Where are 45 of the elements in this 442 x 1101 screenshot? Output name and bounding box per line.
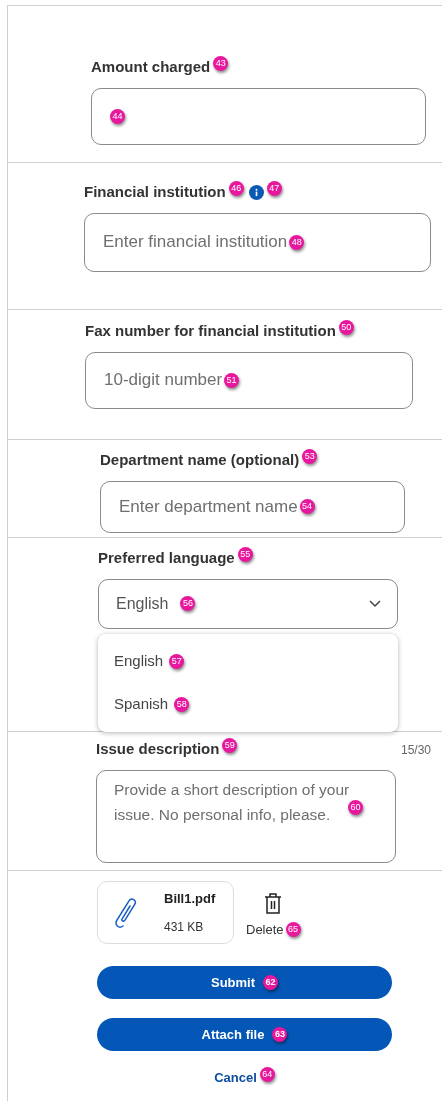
file-name: Bill1.pdf (164, 889, 216, 908)
number-badge: 50 (338, 319, 354, 335)
number-badge: 51 (224, 372, 240, 388)
number-badge: 43 (213, 55, 229, 71)
number-badge: 44 (110, 108, 125, 124)
file-size: 431 KB (164, 919, 205, 937)
number-badge: 57 (169, 653, 185, 669)
delete-link[interactable]: Delete (246, 920, 284, 940)
input-field[interactable]: Enter financial institution 48 (84, 212, 431, 272)
info-icon[interactable] (248, 184, 264, 200)
number-badge: 59 (222, 737, 238, 753)
number-badge: 47 (266, 180, 282, 196)
character-counter: 15/30 (400, 742, 431, 759)
number-badge: 53 (302, 448, 318, 464)
field-label: Fax number for financial institution (85, 321, 336, 341)
number-badge: 60 (348, 799, 363, 815)
number-badge: 46 (228, 180, 244, 196)
number-badge: 55 (237, 546, 253, 562)
number-badge: 63 (272, 1027, 288, 1042)
number-badge: 56 (180, 596, 196, 611)
number-badge: 62 (263, 975, 279, 990)
number-badge: 58 (174, 696, 190, 712)
text-field[interactable]: 10-digit number (104, 367, 223, 393)
language-select[interactable]: English 56 (98, 578, 398, 629)
input-field[interactable]: 10-digit number 51 (85, 351, 413, 409)
primary-button[interactable]: Submit 62 (97, 966, 392, 999)
chevron-down-icon (369, 599, 381, 608)
dropdown-option[interactable]: Spanish (114, 692, 169, 716)
field-label: Amount charged (91, 57, 211, 77)
text-field[interactable]: Enter department name (119, 493, 298, 520)
number-badge: 64 (259, 1067, 275, 1083)
text-field[interactable]: Enter financial institution (103, 229, 288, 255)
number-badge: 48 (289, 234, 305, 250)
field-label: Issue description (96, 739, 220, 759)
number-badge: 65 (285, 922, 301, 938)
number-badge: 54 (299, 499, 315, 514)
input-field[interactable]: 44 (91, 87, 426, 145)
field-label: Department name (optional) (100, 450, 300, 470)
field-label: Preferred language (98, 548, 235, 568)
primary-button[interactable]: Attach file 63 (97, 1018, 392, 1051)
cancel-link[interactable]: Cancel (214, 1068, 257, 1088)
dropdown-option[interactable]: English (114, 649, 164, 673)
trash-icon[interactable] (264, 893, 283, 914)
input-field[interactable]: Enter department name 54 (100, 480, 405, 533)
field-label: Financial institution (84, 182, 226, 202)
